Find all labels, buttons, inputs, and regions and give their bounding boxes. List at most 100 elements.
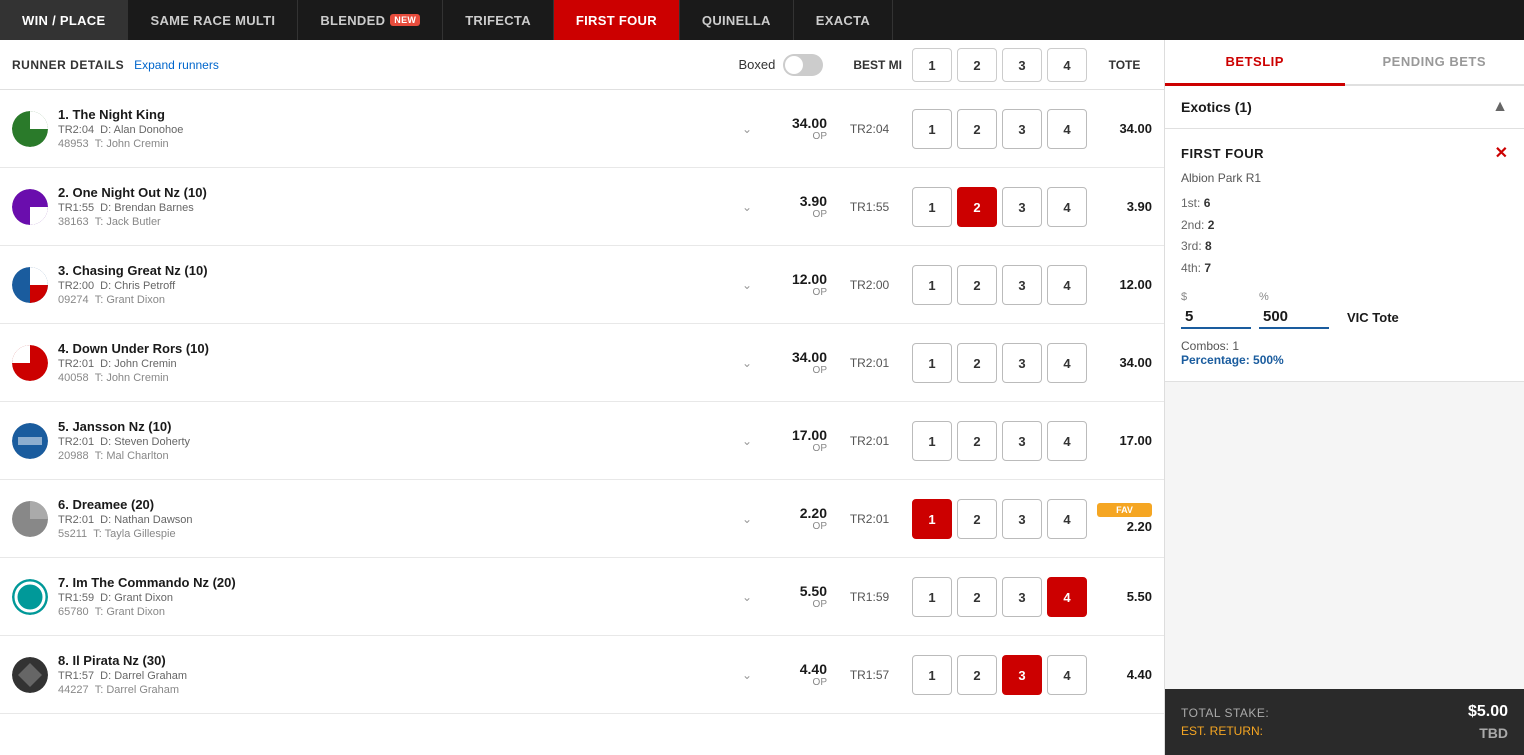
pos-btn-5-3[interactable]: 3 — [1002, 421, 1042, 461]
pos-btn-7-4[interactable]: 4 — [1047, 577, 1087, 617]
positions-summary: 1st: 6 2nd: 2 3rd: 8 4th: 7 — [1181, 193, 1508, 279]
runner-id: 48953 T: John Cremin — [58, 138, 737, 150]
pos-btn-8-3[interactable]: 3 — [1002, 655, 1042, 695]
pos-3rd-value: 8 — [1205, 239, 1212, 253]
tab-exacta[interactable]: EXACTA — [794, 0, 893, 40]
runner-silk — [12, 579, 48, 615]
runner-expand-icon[interactable]: ⌄ — [737, 354, 757, 372]
pos-btn-6-4[interactable]: 4 — [1047, 499, 1087, 539]
expand-runners-link[interactable]: Expand runners — [134, 58, 219, 72]
tab-win-place[interactable]: WIN / PLACE — [0, 0, 128, 40]
pos-header-3[interactable]: 3 — [1002, 48, 1042, 82]
pos-btn-7-1[interactable]: 1 — [912, 577, 952, 617]
betslip-panel: BETSLIP PENDING BETS Exotics (1) ▲ FIRST… — [1164, 40, 1524, 755]
runner-tr-label: TR1:59 — [842, 590, 897, 604]
pos-btn-4-4[interactable]: 4 — [1047, 343, 1087, 383]
pos-btn-2-2[interactable]: 2 — [957, 187, 997, 227]
pos-btn-3-2[interactable]: 2 — [957, 265, 997, 305]
runner-info: 8. Il Pirata Nz (30) TR1:57 D: Darrel Gr… — [58, 653, 737, 696]
boxed-label: Boxed — [738, 57, 775, 72]
pos-btn-4-3[interactable]: 3 — [1002, 343, 1042, 383]
tab-first-four[interactable]: FIRST FOUR — [554, 0, 680, 40]
pos-btn-7-2[interactable]: 2 — [957, 577, 997, 617]
dollar-input[interactable] — [1181, 306, 1251, 329]
pos-btn-7-3[interactable]: 3 — [1002, 577, 1042, 617]
odds-type: OP — [813, 131, 827, 142]
close-bet-button[interactable]: ✕ — [1495, 143, 1508, 163]
odds-type: OP — [813, 443, 827, 454]
pos-header-4[interactable]: 4 — [1047, 48, 1087, 82]
pos-btn-4-1[interactable]: 1 — [912, 343, 952, 383]
tote-value: 3.90 — [1097, 199, 1152, 214]
pct-line: Percentage: 500% — [1181, 353, 1508, 367]
runner-meta: TR1:57 D: Darrel Graham — [58, 670, 737, 682]
runner-info: 2. One Night Out Nz (10) TR1:55 D: Brend… — [58, 185, 737, 228]
odds-value: 34.00 — [792, 115, 827, 131]
tote-value: 34.00 — [1097, 121, 1152, 136]
runner-expand-icon[interactable]: ⌄ — [737, 432, 757, 450]
pos-btn-2-4[interactable]: 4 — [1047, 187, 1087, 227]
runner-info: 1. The Night King TR2:04 D: Alan Donohoe… — [58, 107, 737, 150]
runner-expand-icon[interactable]: ⌄ — [737, 198, 757, 216]
runner-meta: TR2:00 D: Chris Petroff — [58, 280, 737, 292]
footer-right: $5.00 TBD — [1468, 703, 1508, 741]
runner-expand-icon[interactable]: ⌄ — [737, 120, 757, 138]
pos-btn-1-3[interactable]: 3 — [1002, 109, 1042, 149]
table-row: 3. Chasing Great Nz (10) TR2:00 D: Chris… — [0, 246, 1164, 324]
pos-btn-8-2[interactable]: 2 — [957, 655, 997, 695]
pct-input[interactable] — [1259, 306, 1329, 329]
pos-btn-5-4[interactable]: 4 — [1047, 421, 1087, 461]
runner-name: 8. Il Pirata Nz (30) — [58, 653, 737, 668]
pos-btn-3-3[interactable]: 3 — [1002, 265, 1042, 305]
pos-btn-6-1[interactable]: 1 — [912, 499, 952, 539]
pos-btn-8-4[interactable]: 4 — [1047, 655, 1087, 695]
pos-header-2[interactable]: 2 — [957, 48, 997, 82]
tab-same-race-multi[interactable]: SAME RACE MULTI — [128, 0, 298, 40]
runner-pos-buttons: 1234 — [912, 109, 1087, 149]
pos-btn-1-1[interactable]: 1 — [912, 109, 952, 149]
tab-blended[interactable]: BLENDED NEW — [298, 0, 443, 40]
runner-tr-label: TR2:01 — [842, 512, 897, 526]
pos-btn-3-1[interactable]: 1 — [912, 265, 952, 305]
boxed-toggle-area: Boxed — [738, 54, 823, 76]
top-nav: WIN / PLACE SAME RACE MULTI BLENDED NEW … — [0, 0, 1524, 40]
boxed-toggle-switch[interactable] — [783, 54, 823, 76]
pos-btn-3-4[interactable]: 4 — [1047, 265, 1087, 305]
runner-odds-area: 3.90 OP — [767, 193, 827, 220]
pos-btn-6-3[interactable]: 3 — [1002, 499, 1042, 539]
pos-btn-8-1[interactable]: 1 — [912, 655, 952, 695]
tab-quinella[interactable]: QUINELLA — [680, 0, 794, 40]
new-badge: NEW — [390, 14, 420, 26]
runner-expand-icon[interactable]: ⌄ — [737, 588, 757, 606]
tab-trifecta[interactable]: TRIFECTA — [443, 0, 554, 40]
pos-btn-1-4[interactable]: 4 — [1047, 109, 1087, 149]
runner-odds-area: 2.20 OP — [767, 505, 827, 532]
pos-btn-4-2[interactable]: 2 — [957, 343, 997, 383]
pos-header-1[interactable]: 1 — [912, 48, 952, 82]
runner-expand-icon[interactable]: ⌄ — [737, 276, 757, 294]
collapse-icon[interactable]: ▲ — [1492, 98, 1508, 116]
runner-meta: TR1:55 D: Brendan Barnes — [58, 202, 737, 214]
tab-pending-bets[interactable]: PENDING BETS — [1345, 40, 1524, 84]
runner-expand-icon[interactable]: ⌄ — [737, 510, 757, 528]
pos-btn-1-2[interactable]: 2 — [957, 109, 997, 149]
racing-table: RUNNER DETAILS Expand runners Boxed BEST… — [0, 40, 1164, 755]
runner-silk — [12, 423, 48, 459]
pos-btn-2-3[interactable]: 3 — [1002, 187, 1042, 227]
runner-meta: TR2:01 D: John Cremin — [58, 358, 737, 370]
runner-tr-label: TR2:01 — [842, 434, 897, 448]
combos-line: Combos: 1 — [1181, 339, 1508, 353]
odds-type: OP — [813, 287, 827, 298]
pos-btn-2-1[interactable]: 1 — [912, 187, 952, 227]
pos-btn-5-1[interactable]: 1 — [912, 421, 952, 461]
runner-expand-icon[interactable]: ⌄ — [737, 666, 757, 684]
vic-tote-label: VIC Tote — [1347, 310, 1399, 329]
runner-info: 6. Dreamee (20) TR2:01 D: Nathan Dawson … — [58, 497, 737, 540]
tab-betslip[interactable]: BETSLIP — [1165, 40, 1345, 86]
pos-btn-6-2[interactable]: 2 — [957, 499, 997, 539]
runners-list: 1. The Night King TR2:04 D: Alan Donohoe… — [0, 90, 1164, 755]
pct-label: % — [1259, 291, 1329, 303]
table-row: 4. Down Under Rors (10) TR2:01 D: John C… — [0, 324, 1164, 402]
pos-btn-5-2[interactable]: 2 — [957, 421, 997, 461]
runner-tr-label: TR1:55 — [842, 200, 897, 214]
